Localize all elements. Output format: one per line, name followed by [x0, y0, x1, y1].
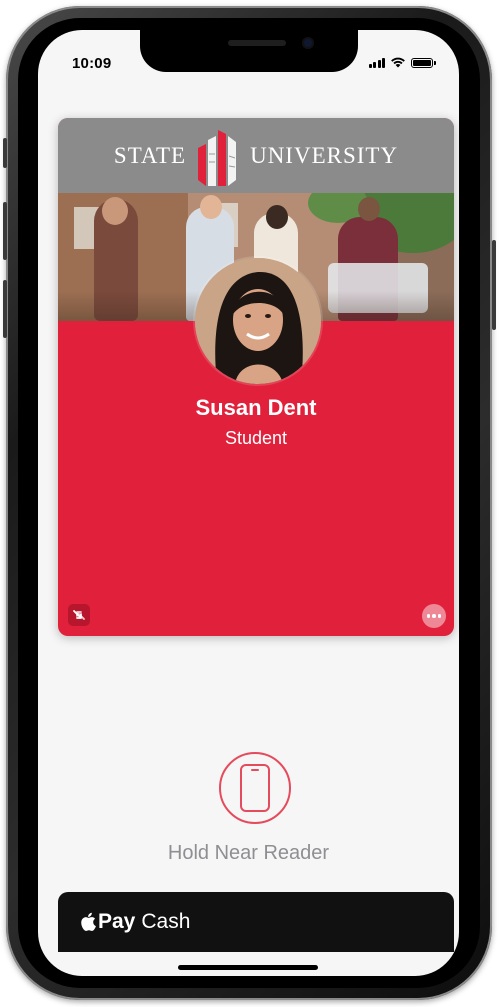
phone-outline-icon: [240, 764, 270, 812]
status-icons: [368, 56, 436, 68]
notch: [140, 30, 358, 72]
card-holder-role: Student: [224, 428, 288, 448]
volume-up-button: [3, 202, 7, 260]
more-options-button[interactable]: [422, 604, 446, 628]
card-header: STATE UNIVERSITY: [58, 118, 454, 193]
apple-icon: [81, 912, 96, 931]
more-dot: [432, 614, 436, 618]
phone-reader-icon: [219, 752, 291, 824]
apple-pay-cash-card[interactable]: Pay Cash: [58, 892, 454, 952]
header-state-text: STATE: [113, 142, 187, 168]
volume-down-button: [3, 280, 7, 338]
signal-icon: [368, 57, 385, 68]
wifi-icon: [391, 57, 405, 68]
home-indicator[interactable]: [178, 965, 318, 970]
flip-icon: [73, 610, 85, 620]
mute-switch: [3, 138, 7, 168]
hold-near-reader-label: Hold Near Reader: [167, 842, 330, 864]
avatar: [195, 258, 321, 384]
battery-icon: [411, 58, 436, 68]
student-id-card[interactable]: STATE UNIVERSITY Susan Dent Student: [58, 118, 454, 636]
apple-pay-label: Pay: [98, 910, 136, 933]
more-dot: [426, 614, 431, 618]
cash-label: Cash: [141, 910, 191, 933]
more-dot: [437, 614, 442, 618]
status-time: 10:09: [72, 55, 112, 72]
screen: 10:09 STATE UNIVERSITY Susan Dent Studen…: [38, 30, 459, 976]
power-button: [492, 240, 496, 330]
header-university-text: UNIVERSITY: [250, 142, 399, 168]
flip-card-button[interactable]: [68, 604, 90, 626]
profile-photo: [195, 258, 321, 384]
speaker: [228, 40, 286, 46]
front-camera: [302, 37, 314, 49]
card-holder-name: Susan Dent: [195, 395, 317, 420]
university-logo-icon: [198, 129, 237, 186]
